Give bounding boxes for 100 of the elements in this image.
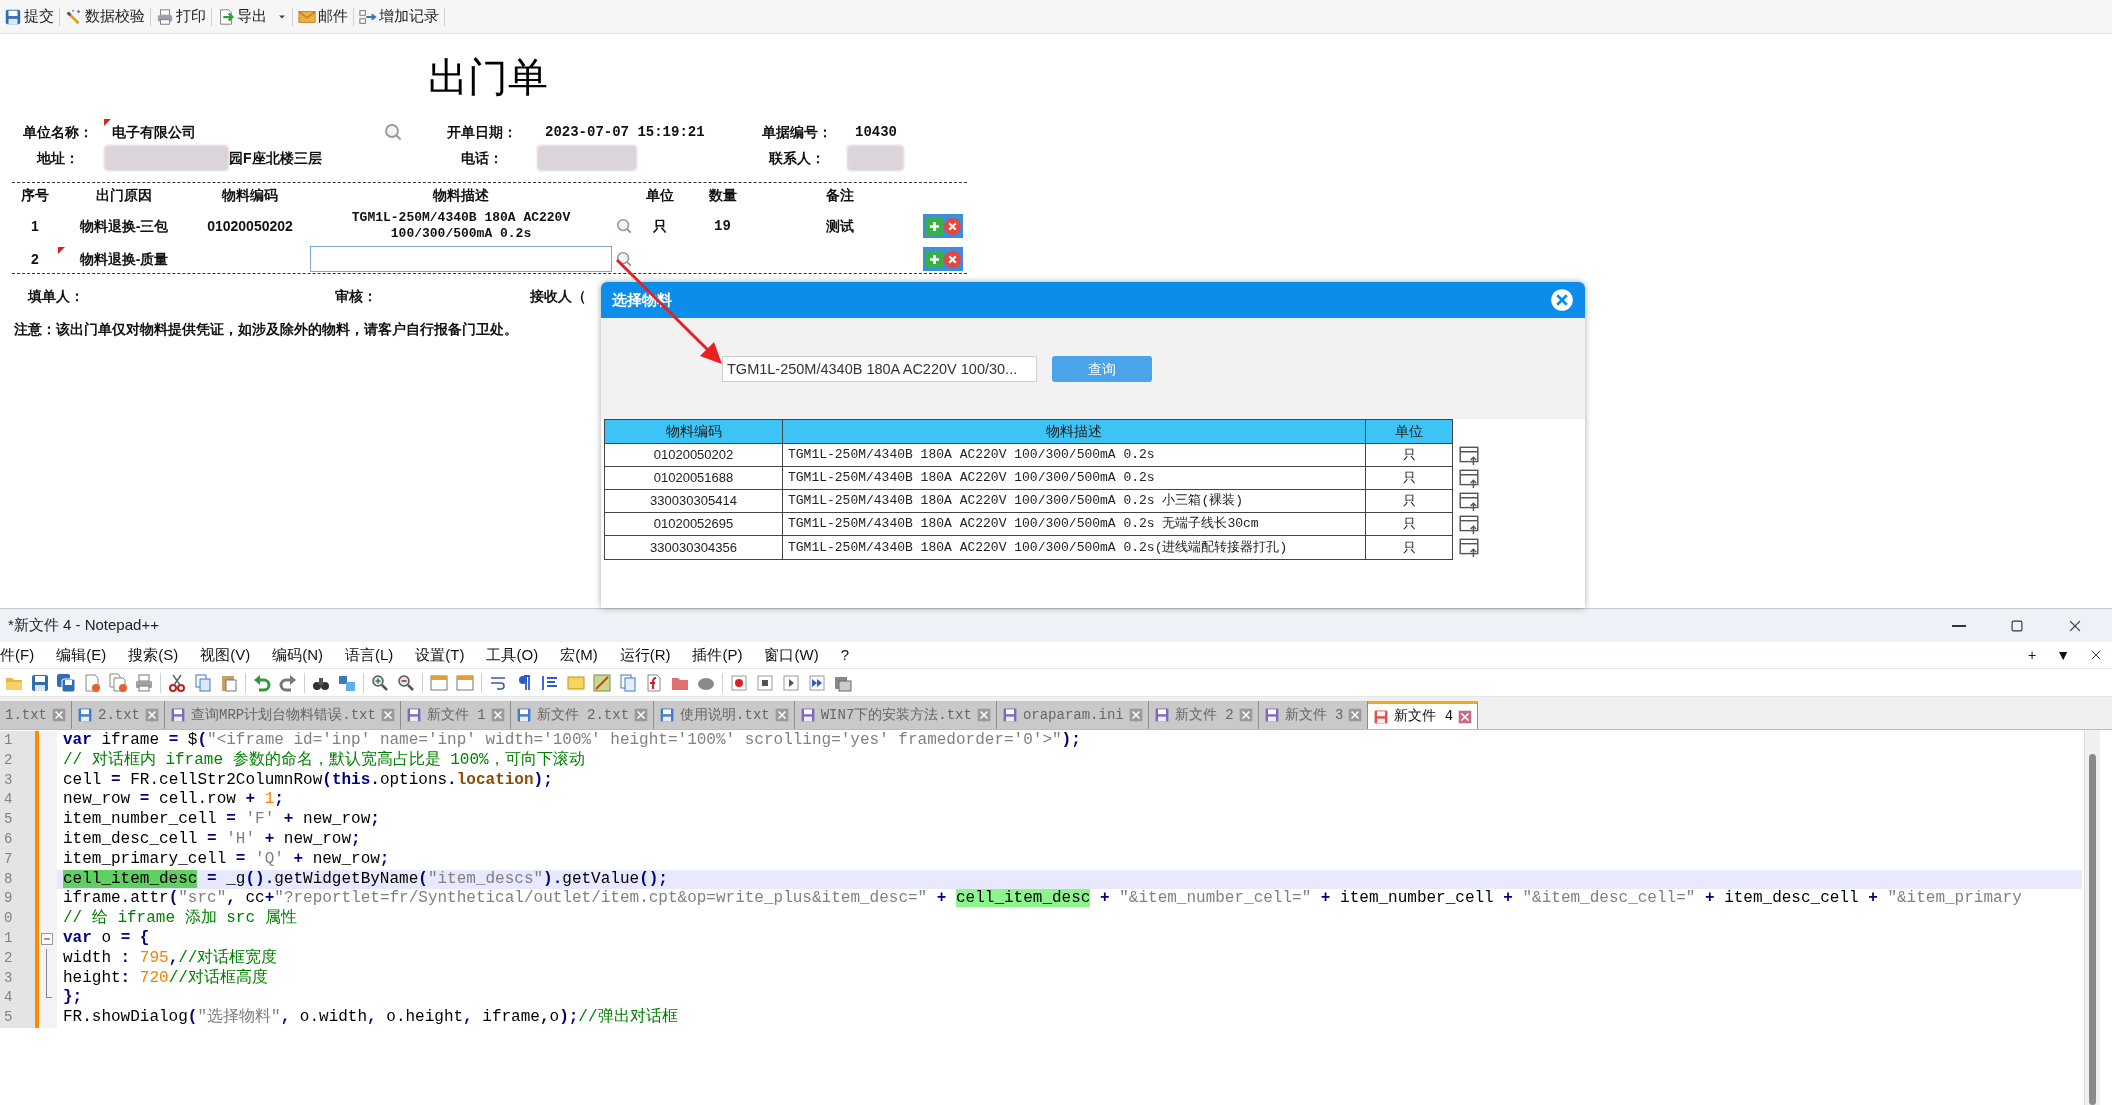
menu-item[interactable]: 编码(N): [261, 643, 334, 667]
tab-close-icon[interactable]: [1128, 708, 1143, 722]
menu-item[interactable]: ?: [829, 643, 860, 667]
save-all-icon[interactable]: [56, 672, 76, 693]
tab[interactable]: 新文件 3: [1258, 701, 1369, 729]
window-icon[interactable]: [429, 672, 449, 693]
line-number: 2: [0, 750, 35, 771]
close-file-icon[interactable]: [82, 672, 102, 693]
tab-label: 新文件 4: [1394, 707, 1454, 726]
tab-close-icon[interactable]: [1238, 708, 1253, 722]
tab-close-icon[interactable]: [1348, 708, 1363, 722]
close-icon[interactable]: [1550, 288, 1574, 312]
tab-close-icon[interactable]: [774, 708, 789, 722]
record-icon[interactable]: [729, 672, 749, 693]
table-cell: TGM1L-250M/4340B 180A AC220V 100/300/500mA 0.2s: [783, 444, 1366, 466]
tab-close-icon[interactable]: [1458, 709, 1473, 724]
tab[interactable]: 查询MRP计划台物料错误.txt: [165, 701, 401, 729]
tab[interactable]: 使用说明.txt: [654, 701, 795, 729]
code-line: item_desc_cell = 'H' + new_row;: [62, 830, 362, 850]
undo-icon[interactable]: [252, 672, 272, 693]
tab-label: 新文件 2.txt: [536, 705, 630, 725]
redo-icon[interactable]: [278, 672, 298, 693]
window-icon[interactable]: [455, 672, 475, 693]
search-icon[interactable]: [383, 122, 403, 142]
function-doc-icon[interactable]: [644, 672, 664, 693]
zoom-in-icon[interactable]: [370, 672, 390, 693]
menu-item[interactable]: 件(F): [0, 643, 46, 667]
cross-icon: [946, 220, 958, 232]
toolbar-button[interactable]: 数据校验: [62, 2, 148, 31]
tab-close-icon[interactable]: [145, 708, 160, 722]
menu-item[interactable]: 运行(R): [608, 643, 682, 667]
add-row-button[interactable]: [925, 217, 943, 235]
toolbar-button[interactable]: 邮件: [295, 2, 351, 31]
tab-label: 新文件 2: [1174, 705, 1234, 725]
stop-icon[interactable]: [755, 672, 775, 693]
column-header: 物料编码: [220, 185, 279, 205]
line-number: 2: [0, 948, 35, 969]
tab[interactable]: 新文件 2: [1148, 701, 1259, 729]
tab-close-icon[interactable]: [634, 708, 649, 722]
tab[interactable]: 新文件 2.txt: [510, 701, 655, 729]
tab[interactable]: 新文件 1: [400, 701, 511, 729]
menu-item[interactable]: 工具(O): [475, 643, 550, 667]
map-icon[interactable]: [592, 672, 612, 693]
description-field[interactable]: [310, 246, 612, 272]
menu-item[interactable]: 插件(P): [681, 643, 754, 667]
line-number: 5: [0, 1008, 35, 1028]
tab-close-icon[interactable]: [380, 708, 395, 722]
table-cell: 01020050202: [605, 444, 783, 466]
search-icon[interactable]: [614, 217, 633, 235]
search-icon[interactable]: [614, 250, 633, 268]
table-cell-text: 只: [1401, 446, 1417, 465]
tab-close-icon[interactable]: [490, 708, 505, 722]
search-field[interactable]: TGM1L-250M/4340B 180A AC220V 100/30...: [722, 356, 1037, 382]
printer-icon[interactable]: [134, 672, 154, 693]
menu-button[interactable]: +: [2017, 644, 2047, 666]
tab-label: oraparam.ini: [1022, 705, 1124, 725]
toolbar-button[interactable]: 提交: [1, 2, 57, 31]
menu-item[interactable]: 窗口(W): [753, 643, 830, 667]
menu-item[interactable]: 设置(T): [404, 643, 476, 667]
save-icon[interactable]: [30, 672, 50, 693]
table-cell: TGM1L-250M/4340B 180A AC220V 100/300/500mA 0.2s 小三箱(裸装): [783, 490, 1366, 512]
table-cell-text: 只: [1401, 492, 1417, 511]
pages-icon[interactable]: [618, 672, 638, 693]
scrollbar[interactable]: [2084, 730, 2100, 1105]
delete-row-button[interactable]: [943, 250, 961, 268]
tab[interactable]: oraparam.ini: [996, 701, 1149, 729]
copy-icon[interactable]: [193, 672, 213, 693]
field-value: 园F座北楼三层: [229, 148, 322, 168]
tab-close-icon[interactable]: [52, 708, 66, 722]
play-icon[interactable]: [781, 672, 801, 693]
line-number: 7: [0, 849, 35, 870]
zoom-out-icon[interactable]: [396, 672, 416, 693]
scissors-icon[interactable]: [167, 672, 187, 693]
code-line: item_number_cell = 'F' + new_row;: [62, 810, 381, 830]
fold-minus-icon[interactable]: [41, 932, 53, 945]
menu-item[interactable]: 视图(V): [189, 643, 262, 667]
toolbar-button[interactable]: 增加记录: [356, 2, 442, 31]
menu-item[interactable]: 编辑(E): [45, 643, 118, 667]
close-all-icon[interactable]: [108, 672, 128, 693]
add-row-button[interactable]: [925, 250, 943, 268]
line-number: 0: [0, 909, 35, 929]
code-line: height: 720//对话框高度: [62, 968, 269, 989]
menu-item[interactable]: 宏(M): [549, 643, 609, 667]
menu-item[interactable]: 语言(L): [334, 643, 405, 667]
delete-row-button[interactable]: [943, 217, 961, 235]
tab-close-icon[interactable]: [976, 708, 991, 722]
scrollbar-thumb[interactable]: [2089, 754, 2096, 1105]
toolbar-button[interactable]: 打印: [153, 2, 209, 31]
tab[interactable]: 新文件 4: [1368, 701, 1479, 729]
fast-forward-icon[interactable]: [807, 672, 827, 693]
add-record-icon: [359, 7, 377, 26]
window-title: *新文件 4 - Notepad++: [7, 615, 159, 636]
menu-button[interactable]: ▼: [2046, 644, 2080, 666]
printer-icon: [156, 7, 174, 26]
menu-item[interactable]: 搜索(S): [117, 643, 190, 667]
form-title: 出门单: [426, 54, 549, 102]
tab[interactable]: 1.txt: [0, 701, 72, 729]
tab[interactable]: WIN7下的安装方法.txt: [794, 701, 997, 729]
toolbar-button[interactable]: 导出: [214, 2, 290, 31]
row-number: 1: [30, 216, 40, 236]
